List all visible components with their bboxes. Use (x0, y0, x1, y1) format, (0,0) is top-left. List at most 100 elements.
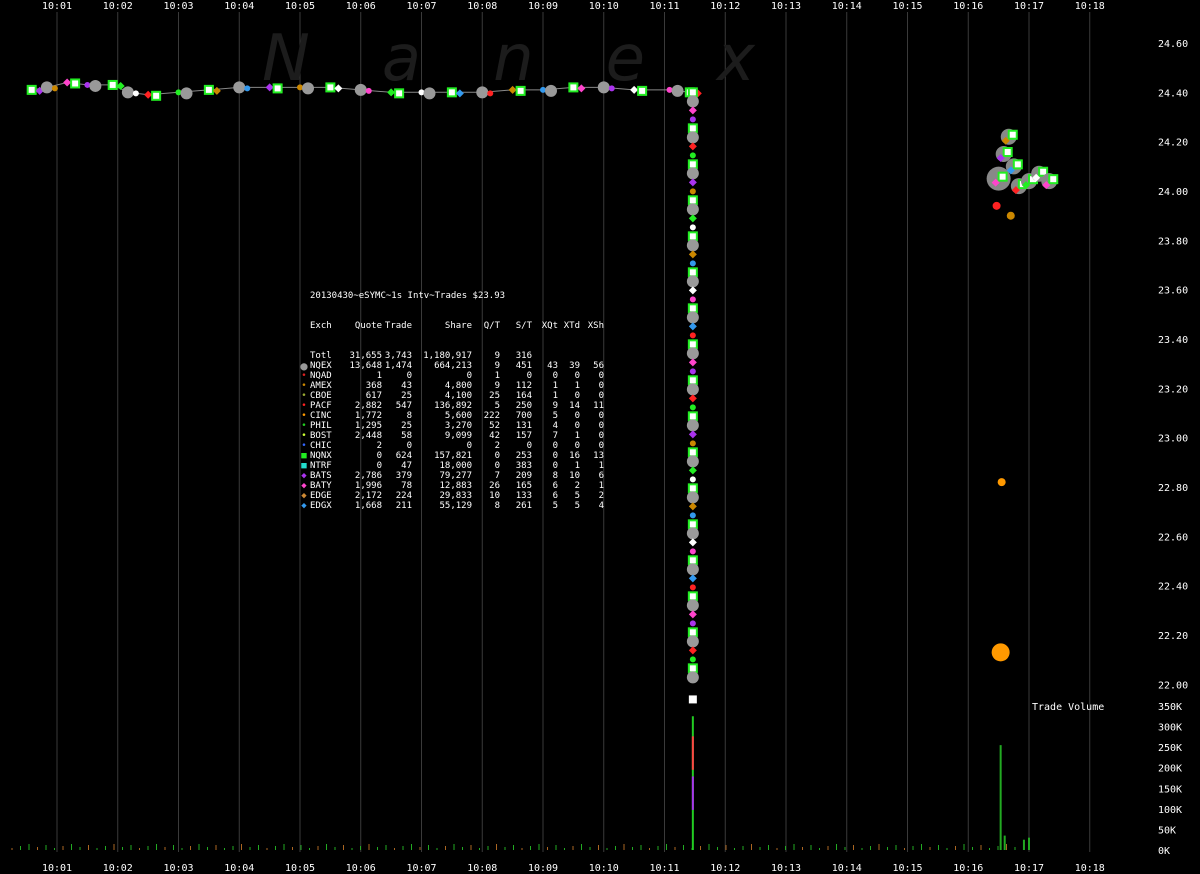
crash-trade-marker (686, 131, 699, 144)
crash-trade-marker (688, 502, 697, 511)
stats-cell-share: 29,833 (439, 491, 472, 501)
stats-cell-quote: 2,172 (354, 491, 382, 501)
outlier-trade-marker (997, 478, 1006, 487)
crash-trade-marker (687, 555, 698, 566)
stats-row: • NQAD 1 0 0 1 0 0 0 0 (298, 371, 604, 381)
stats-cell-share: 55,129 (439, 501, 472, 511)
exchange-marker-icon: ■ (301, 461, 307, 471)
price-tick-label: 23.80 (1158, 236, 1188, 247)
stats-cell-st: 451 (515, 361, 532, 371)
stats-cell-qt: 9 (494, 351, 500, 361)
stats-cell-qt: 8 (494, 501, 500, 511)
volume-tick-label: 200K (1158, 764, 1182, 775)
stats-cell-xsh: 2 (598, 491, 604, 501)
stats-cell-xtd: 0 (574, 391, 580, 401)
x-tick-label-bottom: 10:15 (892, 863, 922, 874)
crash-trade-marker (686, 383, 699, 396)
exchange-marker-icon: • (301, 401, 307, 411)
price-tick-label: 22.00 (1158, 680, 1188, 691)
stats-cell-share: 0 (466, 371, 472, 381)
stats-cell-xtd: 1 (574, 381, 580, 391)
crash-trade-marker (689, 620, 696, 627)
crash-trade-marker (687, 591, 698, 602)
stats-cell-quote: 0 (376, 461, 382, 471)
crash-trade-marker (686, 275, 699, 288)
stats-cell-quote: 1,295 (354, 421, 382, 431)
stats-cell-qt: 42 (489, 431, 500, 441)
stats-cell-trade: 0 (406, 371, 412, 381)
crash-trade-marker (687, 483, 698, 494)
stats-cell-st: 383 (515, 461, 532, 471)
stats-cell-share: 0 (466, 441, 472, 451)
exchange-marker-icon: ◆ (301, 471, 307, 481)
stats-cell-exch: NQEX (310, 361, 332, 371)
trade-marker (63, 78, 72, 87)
trade-marker (203, 84, 214, 95)
stats-cell-xtd: 0 (574, 411, 580, 421)
crash-trade-marker (686, 167, 699, 180)
stats-cell-trade: 379 (395, 471, 412, 481)
stats-title: 20130430~eSYMC~1s Intv~Trades $23.93 (310, 291, 506, 301)
stats-cell-exch: NQAD (310, 371, 332, 381)
crash-trade-marker (689, 548, 696, 555)
stats-cell-xtd: 2 (574, 481, 580, 491)
x-tick-label-top: 10:04 (224, 1, 254, 12)
stats-cell-st: 157 (515, 431, 532, 441)
crash-trade-marker (689, 260, 696, 267)
crash-trade-marker (688, 286, 697, 295)
price-tick-label: 22.60 (1158, 532, 1188, 543)
x-tick-label-top: 10:08 (467, 1, 497, 12)
stats-cell-qt: 5 (494, 401, 500, 411)
stats-cell-quote: 1,996 (354, 481, 382, 491)
stats-cell-trade: 43 (401, 381, 412, 391)
crash-trade-marker (686, 491, 699, 504)
exchange-marker-icon: ◆ (301, 481, 307, 491)
stats-cell-quote: 2,882 (354, 401, 382, 411)
stats-cell-xqt: 7 (552, 431, 558, 441)
exchange-marker-icon: ◆ (301, 501, 307, 511)
crash-trade-marker (689, 476, 696, 483)
trade-marker (121, 86, 134, 99)
stats-cell-exch: CINC (310, 411, 332, 421)
stats-cell-qt: 10 (489, 491, 500, 501)
stats-cell-xtd: 10 (569, 471, 580, 481)
crash-trade-marker (688, 178, 697, 187)
crash-low-marker (688, 695, 697, 704)
crash-trade-marker (688, 610, 697, 619)
stats-row: • CINC 1,772 8 5,600 222 700 5 0 0 (298, 411, 604, 421)
x-tick-label-top: 10:14 (832, 1, 862, 12)
stats-cell-quote: 2,448 (354, 431, 382, 441)
stats-cell-xqt: 0 (552, 441, 558, 451)
trade-marker (244, 85, 251, 92)
recovery-trade-marker (1048, 174, 1059, 185)
crash-trade-marker (686, 419, 699, 432)
stats-cell-xtd (558, 351, 580, 361)
stats-cell-st: 0 (526, 371, 532, 381)
x-tick-label-top: 10:02 (103, 1, 133, 12)
volume-tick-label: 100K (1158, 805, 1182, 816)
stats-cell-qt: 222 (483, 411, 500, 421)
price-tick-label: 23.20 (1158, 384, 1188, 395)
crash-trade-marker (687, 231, 698, 242)
x-tick-label-top: 10:18 (1075, 1, 1105, 12)
stats-row: • AMEX 368 43 4,800 9 112 1 1 0 (298, 381, 604, 391)
crash-trade-marker (688, 250, 697, 259)
stats-cell-trade: 0 (406, 441, 412, 451)
trade-marker (132, 90, 139, 97)
x-tick-label-top: 10:11 (649, 1, 679, 12)
crash-trade-marker (686, 563, 699, 576)
stats-cell-st: 209 (515, 471, 532, 481)
stats-cell-xqt: 0 (552, 461, 558, 471)
exchange-marker-icon: • (301, 381, 307, 391)
stats-cell-quote: 617 (365, 391, 382, 401)
crash-trade-marker (689, 152, 696, 159)
stats-cell-xsh: 56 (593, 361, 604, 371)
x-tick-label-top: 10:07 (406, 1, 436, 12)
outlier-trade-marker (991, 643, 1010, 662)
x-tick-label-top: 10:01 (42, 1, 72, 12)
crash-trade-marker (689, 368, 696, 375)
crash-trade-marker (687, 627, 698, 638)
exchange-marker-icon: • (301, 391, 307, 401)
stats-cell-xqt: 5 (552, 501, 558, 511)
crash-trade-marker (689, 116, 696, 123)
